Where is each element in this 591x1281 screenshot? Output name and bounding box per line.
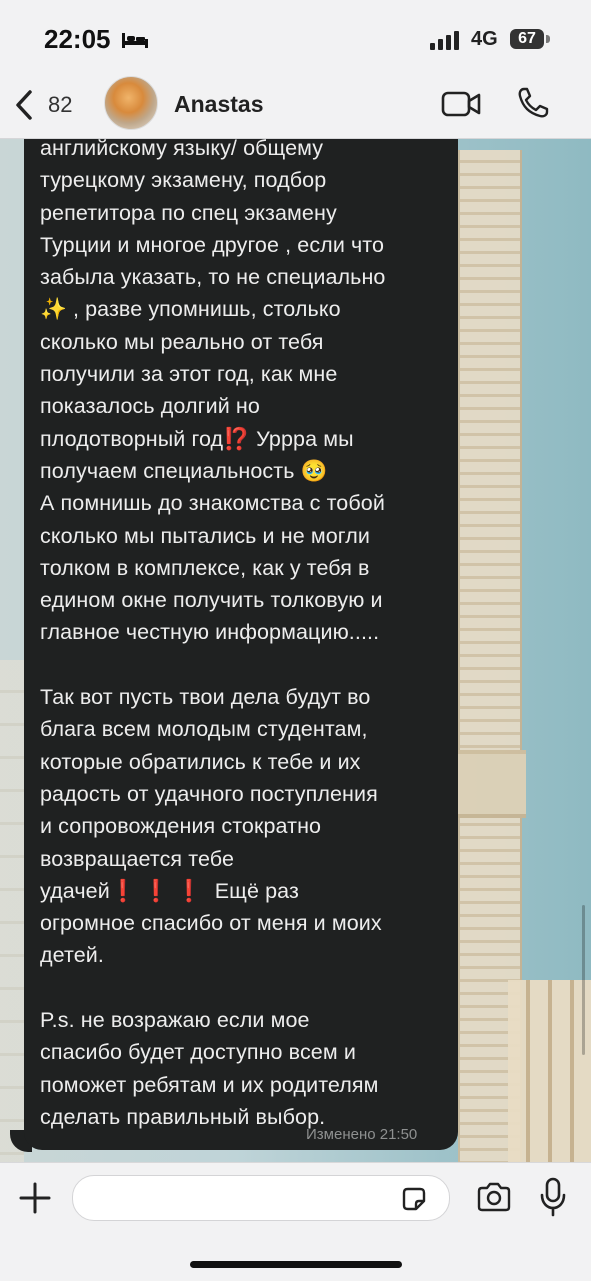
edited-timestamp: Изменено 21:50 <box>306 1126 418 1143</box>
cellular-signal-icon <box>430 31 459 50</box>
message-text: английскому языку/ общему турецкому экза… <box>40 136 386 1129</box>
chat-header: 82 Anastas <box>0 72 591 139</box>
sleep-focus-icon <box>122 33 148 48</box>
back-chevron-icon[interactable] <box>12 88 36 122</box>
battery-icon: 67 <box>510 29 544 49</box>
home-indicator[interactable] <box>190 1261 402 1268</box>
microphone-icon[interactable] <box>540 1177 566 1217</box>
network-type: 4G <box>471 28 498 50</box>
video-call-icon[interactable] <box>441 90 481 118</box>
unread-count[interactable]: 82 <box>48 92 72 118</box>
scrollbar[interactable] <box>582 905 585 1055</box>
plus-icon[interactable] <box>18 1181 52 1215</box>
phone-call-icon[interactable] <box>516 86 550 120</box>
battery-tip <box>546 35 550 43</box>
avatar[interactable] <box>104 76 158 130</box>
status-time: 22:05 <box>44 24 111 54</box>
wallpaper-wall <box>0 660 24 1180</box>
status-bar: 22:05 4G 67 <box>0 0 591 72</box>
contact-name[interactable]: Anastas <box>174 91 263 118</box>
message-input[interactable] <box>72 1175 450 1221</box>
message-composer <box>0 1162 591 1281</box>
camera-icon[interactable] <box>476 1182 512 1212</box>
wallpaper-building <box>508 980 591 1170</box>
sticker-icon[interactable] <box>400 1185 428 1213</box>
